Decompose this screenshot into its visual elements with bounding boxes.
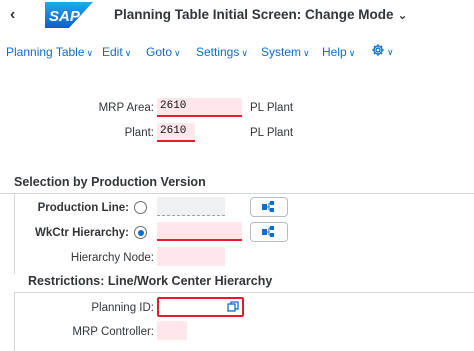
shell-header: ‹ SAP Planning Table Initial Screen: Cha…: [0, 0, 474, 34]
chevron-down-icon: ∨: [174, 48, 181, 58]
wkctr-hierarchy-radio[interactable]: [134, 226, 147, 239]
value-help-icon[interactable]: [222, 298, 242, 316]
hierarchy-node-label: Hierarchy Node:: [70, 252, 154, 264]
production-line-input: [157, 197, 225, 216]
menu-help[interactable]: Help ∨: [322, 45, 355, 59]
wkctr-hierarchy-label: WkCtr Hierarchy:: [35, 227, 129, 239]
menu-system[interactable]: System ∨: [261, 45, 310, 59]
mrp-area-description: PL Plant: [250, 102, 294, 114]
sap-logo: SAP: [45, 2, 93, 28]
chevron-down-icon: ∨: [348, 48, 356, 58]
menu-label: Goto: [146, 45, 173, 59]
production-line-radio[interactable]: [134, 201, 147, 214]
chevron-down-icon: ⌄: [397, 8, 408, 22]
divider: [14, 194, 15, 274]
divider: [14, 292, 474, 293]
planning-id-input[interactable]: [157, 297, 244, 317]
chevron-down-icon: ∨: [387, 47, 394, 57]
chevron-down-icon: ∨: [241, 48, 248, 58]
plant-description: PL Plant: [250, 127, 294, 139]
page-title[interactable]: Planning Table Initial Screen: Change Mo…: [114, 7, 408, 22]
plant-input[interactable]: 2610: [157, 123, 195, 142]
menu-goto[interactable]: Goto ∨: [146, 45, 181, 59]
mrp-controller-input[interactable]: [157, 321, 187, 340]
planning-id-label: Planning ID:: [91, 302, 154, 314]
hierarchy-node-input[interactable]: [157, 247, 225, 266]
chevron-down-icon: ∨: [86, 48, 94, 58]
divider: [0, 193, 474, 194]
mrp-area-input[interactable]: 2610: [157, 98, 242, 117]
section-title-production-version: Selection by Production Version: [14, 175, 206, 189]
hierarchy-icon: [262, 226, 274, 237]
logo-text: SAP: [49, 8, 81, 25]
menu-edit[interactable]: Edit ∨: [102, 45, 131, 59]
wkctr-hierarchy-input[interactable]: [157, 222, 242, 241]
menu-bar: Planning Table ∨ Edit ∨ Goto ∨ Settings ∨ Sy…: [0, 41, 474, 63]
menu-label: Edit: [102, 45, 123, 59]
settings-menu[interactable]: ∨: [371, 43, 394, 58]
page-title-text: Planning Table Initial Screen: Change Mo…: [114, 7, 394, 22]
plant-label: Plant:: [124, 127, 154, 139]
menu-label: System: [261, 45, 302, 59]
menu-label: Planning Table: [6, 45, 85, 59]
chevron-down-icon: ∨: [303, 48, 310, 58]
wkctr-hierarchy-button[interactable]: [250, 222, 288, 242]
mrp-controller-label: MRP Controller:: [72, 326, 154, 338]
menu-label: Settings: [196, 45, 240, 59]
hierarchy-icon: [262, 201, 274, 212]
production-line-label: Production Line:: [37, 202, 129, 214]
gear-icon: [372, 44, 384, 56]
chevron-down-icon: ∨: [124, 48, 132, 58]
chevron-left-icon[interactable]: ‹: [10, 6, 15, 24]
mrp-area-label: MRP Area:: [98, 102, 154, 114]
production-line-hierarchy-button[interactable]: [250, 197, 288, 217]
menu-label: Help: [322, 45, 347, 59]
section-title-restrictions: Restrictions: Line/Work Center Hierarchy: [28, 274, 273, 288]
menu-planning-table[interactable]: Planning Table ∨: [6, 45, 93, 59]
divider: [14, 292, 15, 351]
menu-settings[interactable]: Settings ∨: [196, 45, 248, 59]
